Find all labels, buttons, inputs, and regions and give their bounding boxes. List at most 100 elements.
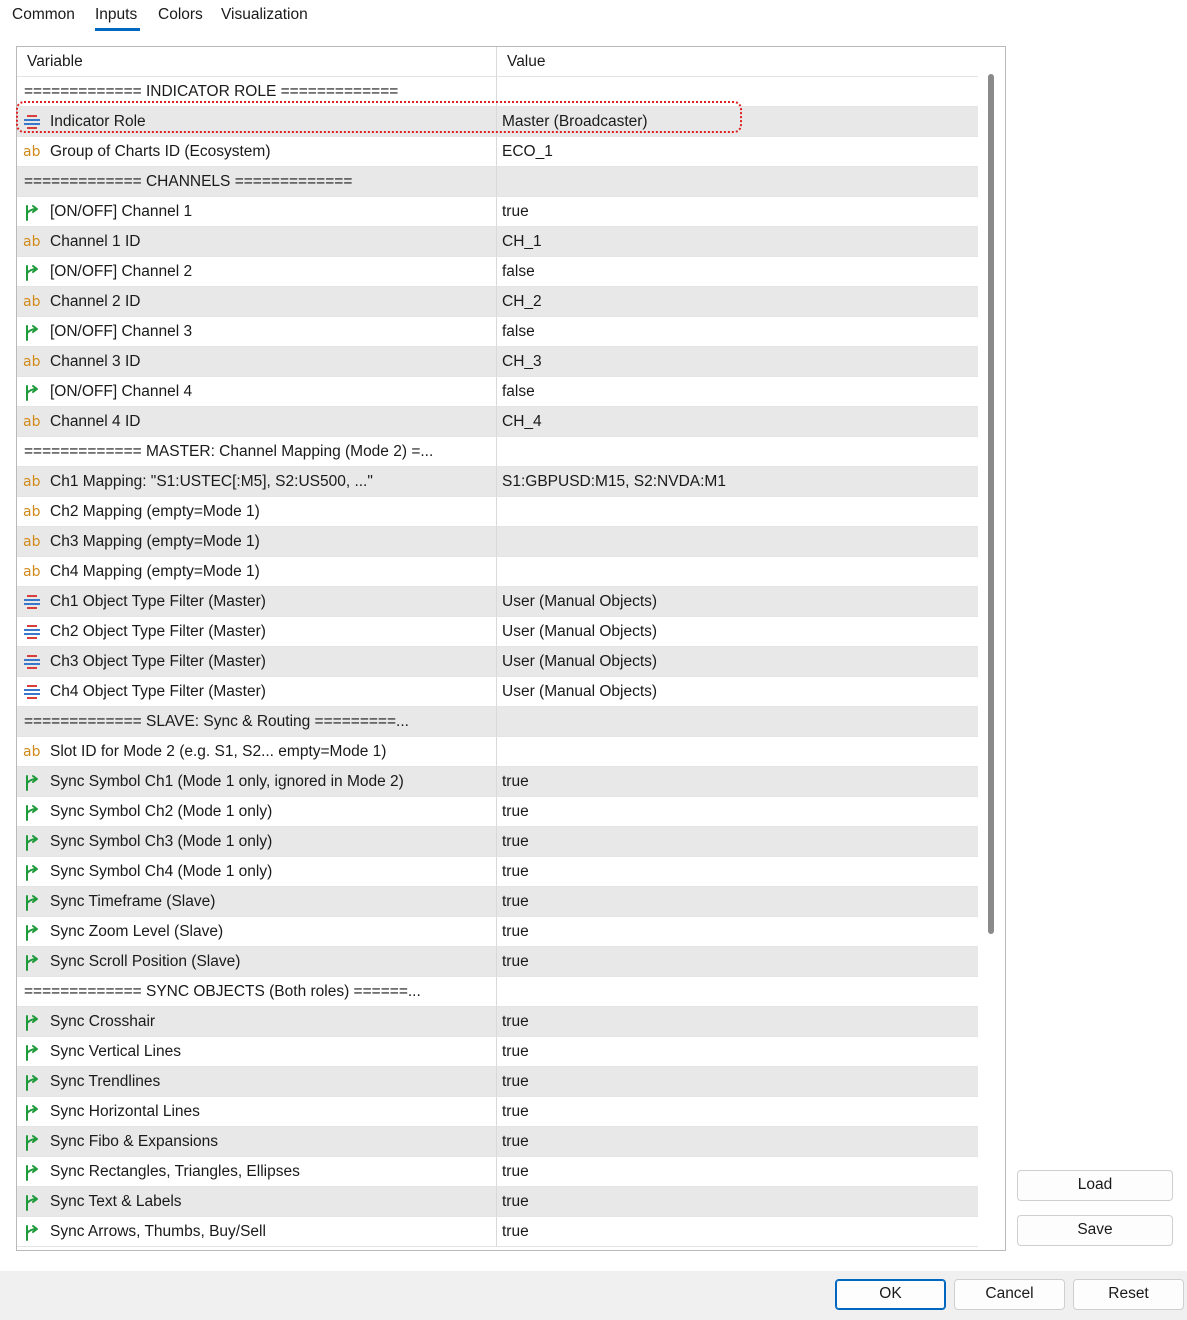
variable-value[interactable]: true <box>502 893 529 911</box>
table-row[interactable]: Ch1 Object Type Filter (Master) User (Man… <box>17 587 978 617</box>
table-row[interactable]: ab Ch3 Mapping (empty=Mode 1) <box>17 527 978 557</box>
table-row[interactable]: Sync Crosshair true <box>17 1007 978 1037</box>
enum-list-icon <box>23 593 41 611</box>
column-divider <box>496 1037 497 1066</box>
table-row[interactable]: [ON/OFF] Channel 3 false <box>17 317 978 347</box>
save-button[interactable]: Save <box>1017 1215 1173 1246</box>
variable-name: Channel 4 ID <box>50 413 141 430</box>
tab-inputs[interactable]: Inputs <box>95 5 137 25</box>
variable-name: [ON/OFF] Channel 2 <box>50 263 193 280</box>
variable-value[interactable]: true <box>502 1013 529 1031</box>
variable-value[interactable]: true <box>502 923 529 941</box>
table-row[interactable]: Sync Symbol Ch2 (Mode 1 only) true <box>17 797 978 827</box>
table-row[interactable]: Sync Symbol Ch3 (Mode 1 only) true <box>17 827 978 857</box>
variable-value[interactable]: CH_4 <box>502 413 542 431</box>
variable-value[interactable]: true <box>502 953 529 971</box>
variable-name: Ch2 Object Type Filter (Master) <box>50 623 266 640</box>
section-header-row[interactable]: ============= SLAVE: Sync & Routing ====… <box>17 707 978 737</box>
variable-value[interactable]: CH_3 <box>502 353 542 371</box>
variable-value[interactable]: true <box>502 1073 529 1091</box>
variable-name: Sync Symbol Ch4 (Mode 1 only) <box>50 863 273 880</box>
section-header-row[interactable]: ============= MASTER: Channel Mapping (M… <box>17 437 978 467</box>
table-row[interactable]: ab Channel 4 ID CH_4 <box>17 407 978 437</box>
enum-list-icon <box>23 683 41 701</box>
table-row[interactable]: Sync Arrows, Thumbs, Buy/Sell true <box>17 1217 978 1247</box>
table-row[interactable]: ab Ch2 Mapping (empty=Mode 1) <box>17 497 978 527</box>
table-row[interactable]: Sync Text & Labels true <box>17 1187 978 1217</box>
table-row[interactable]: Sync Symbol Ch1 (Mode 1 only, ignored in… <box>17 767 978 797</box>
green-arrow-bool-icon <box>23 1193 41 1211</box>
variable-value[interactable]: CH_1 <box>502 233 542 251</box>
table-row[interactable]: Sync Zoom Level (Slave) true <box>17 917 978 947</box>
variable-value[interactable]: false <box>502 323 535 341</box>
reset-button[interactable]: Reset <box>1073 1279 1184 1310</box>
variable-value[interactable]: true <box>502 1193 529 1211</box>
variable-name: Sync Vertical Lines <box>50 1043 181 1060</box>
table-row[interactable]: Ch2 Object Type Filter (Master) User (Man… <box>17 617 978 647</box>
table-row[interactable]: Sync Symbol Ch4 (Mode 1 only) true <box>17 857 978 887</box>
ab-string-icon: ab <box>23 564 41 580</box>
table-row[interactable]: Sync Trendlines true <box>17 1067 978 1097</box>
variable-value[interactable]: User (Manual Objects) <box>502 593 657 611</box>
variable-value[interactable]: true <box>502 833 529 851</box>
scrollbar-thumb[interactable] <box>988 74 994 934</box>
variable-value[interactable]: false <box>502 263 535 281</box>
variable-value[interactable]: true <box>502 1133 529 1151</box>
table-row[interactable]: ab Slot ID for Mode 2 (e.g. S1, S2... emp… <box>17 737 978 767</box>
column-header-variable[interactable]: Variable <box>27 53 83 71</box>
table-row[interactable]: [ON/OFF] Channel 2 false <box>17 257 978 287</box>
table-row[interactable]: Sync Horizontal Lines true <box>17 1097 978 1127</box>
tab-common[interactable]: Common <box>12 5 75 25</box>
variable-value[interactable]: true <box>502 773 529 791</box>
tab-visualization[interactable]: Visualization <box>221 5 308 25</box>
cancel-button[interactable]: Cancel <box>954 1279 1065 1310</box>
load-button[interactable]: Load <box>1017 1170 1173 1201</box>
variable-value[interactable]: User (Manual Objects) <box>502 623 657 641</box>
variable-value[interactable]: true <box>502 1043 529 1061</box>
variable-name: Sync Zoom Level (Slave) <box>50 923 224 940</box>
table-row[interactable]: Indicator Role Master (Broadcaster) <box>17 107 978 137</box>
variable-name: Sync Trendlines <box>50 1073 161 1090</box>
column-divider <box>496 947 497 976</box>
variable-value[interactable]: Master (Broadcaster) <box>502 113 648 131</box>
table-row[interactable]: Sync Fibo & Expansions true <box>17 1127 978 1157</box>
ab-string-icon: ab <box>23 414 41 430</box>
variable-value[interactable]: false <box>502 383 535 401</box>
variable-name: Channel 2 ID <box>50 293 141 310</box>
column-divider <box>496 557 497 586</box>
variable-value[interactable]: true <box>502 1163 529 1181</box>
variable-value[interactable]: true <box>502 803 529 821</box>
ab-string-icon: ab <box>23 294 41 310</box>
column-header-value[interactable]: Value <box>507 53 546 71</box>
variable-value[interactable]: true <box>502 1103 529 1121</box>
variable-value[interactable]: User (Manual Objects) <box>502 653 657 671</box>
table-row[interactable]: ab Channel 2 ID CH_2 <box>17 287 978 317</box>
table-row[interactable]: Sync Timeframe (Slave) true <box>17 887 978 917</box>
table-row[interactable]: [ON/OFF] Channel 1 true <box>17 197 978 227</box>
variable-value[interactable]: ECO_1 <box>502 143 553 161</box>
table-row[interactable]: ab Channel 1 ID CH_1 <box>17 227 978 257</box>
variable-value[interactable]: S1:GBPUSD:M15, S2:NVDA:M1 <box>502 473 726 491</box>
variable-value[interactable]: true <box>502 1223 529 1241</box>
section-header-row[interactable]: ============= INDICATOR ROLE ===========… <box>17 77 978 107</box>
table-row[interactable]: Sync Rectangles, Triangles, Ellipses true <box>17 1157 978 1187</box>
table-row[interactable]: Sync Scroll Position (Slave) true <box>17 947 978 977</box>
variable-name: Indicator Role <box>50 113 146 130</box>
table-row[interactable]: ab Channel 3 ID CH_3 <box>17 347 978 377</box>
ok-button[interactable]: OK <box>835 1279 946 1310</box>
table-row[interactable]: [ON/OFF] Channel 4 false <box>17 377 978 407</box>
section-header-row[interactable]: ============= SYNC OBJECTS (Both roles) … <box>17 977 978 1007</box>
table-row[interactable]: ab Ch4 Mapping (empty=Mode 1) <box>17 557 978 587</box>
column-divider <box>496 407 497 436</box>
section-header-row[interactable]: ============= CHANNELS ============= <box>17 167 978 197</box>
variable-value[interactable]: User (Manual Objects) <box>502 683 657 701</box>
table-row[interactable]: ab Ch1 Mapping: "S1:USTEC[:M5], S2:US500,… <box>17 467 978 497</box>
variable-value[interactable]: CH_2 <box>502 293 542 311</box>
variable-value[interactable]: true <box>502 863 529 881</box>
variable-value[interactable]: true <box>502 203 529 221</box>
table-row[interactable]: Sync Vertical Lines true <box>17 1037 978 1067</box>
table-row[interactable]: Ch3 Object Type Filter (Master) User (Man… <box>17 647 978 677</box>
table-row[interactable]: Ch4 Object Type Filter (Master) User (Man… <box>17 677 978 707</box>
tab-colors[interactable]: Colors <box>158 5 203 25</box>
table-row[interactable]: ab Group of Charts ID (Ecosystem) ECO_1 <box>17 137 978 167</box>
